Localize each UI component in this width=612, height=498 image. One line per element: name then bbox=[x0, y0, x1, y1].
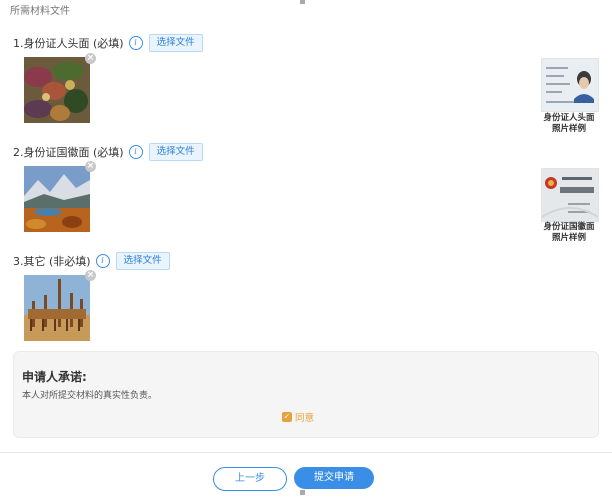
uploaded-image-other bbox=[24, 275, 90, 341]
sample-back-image bbox=[541, 168, 599, 222]
commitment-title: 申请人承诺: bbox=[22, 370, 87, 384]
page-title: 所需材料文件 bbox=[10, 6, 70, 17]
commitment-text: 本人对所提交材料的真实性负责。 bbox=[22, 391, 158, 401]
section-id-front: 1.身份证人头面 (必填) i 选择文件 bbox=[13, 34, 203, 52]
top-scroll-marker bbox=[300, 0, 305, 4]
caption-line: 身份证国徽面 bbox=[543, 222, 595, 232]
section-id-back: 2.身份证国徽面 (必填) i 选择文件 bbox=[13, 143, 203, 161]
sample-front-caption: 身份证人头面 照片样例 bbox=[534, 113, 604, 135]
footer-divider bbox=[0, 452, 612, 453]
choose-file-button[interactable]: 选择文件 bbox=[148, 143, 203, 161]
uploaded-image-back bbox=[24, 166, 90, 232]
sample-front-image bbox=[541, 58, 599, 112]
caption-line: 照片样例 bbox=[551, 233, 586, 243]
previous-step-button[interactable]: 上一步 bbox=[213, 467, 287, 491]
info-icon[interactable]: i bbox=[95, 254, 110, 268]
choose-file-button[interactable]: 选择文件 bbox=[148, 34, 203, 52]
agree-label[interactable]: 同意 bbox=[295, 410, 314, 424]
bottom-scroll-marker bbox=[300, 490, 305, 495]
remove-image-button[interactable]: × bbox=[85, 53, 96, 64]
checkbox-checked-icon[interactable]: ✓ bbox=[282, 412, 292, 422]
section-other: 3.其它 (非必填) i 选择文件 bbox=[13, 252, 170, 270]
caption-line: 照片样例 bbox=[551, 124, 586, 134]
uploaded-image-front bbox=[24, 57, 90, 123]
agree-checkbox[interactable]: ✓ 同意 bbox=[282, 410, 314, 424]
choose-file-button[interactable]: 选择文件 bbox=[115, 252, 170, 270]
info-icon[interactable]: i bbox=[128, 36, 143, 50]
sample-back-caption: 身份证国徽面 照片样例 bbox=[534, 222, 604, 244]
section-title: 2.身份证国徽面 (必填) bbox=[13, 146, 124, 159]
caption-line: 身份证人头面 bbox=[543, 113, 595, 123]
remove-image-button[interactable]: × bbox=[85, 161, 96, 172]
section-title: 1.身份证人头面 (必填) bbox=[13, 37, 124, 50]
submit-application-button[interactable]: 提交申请 bbox=[294, 467, 374, 489]
section-title: 3.其它 (非必填) bbox=[13, 255, 91, 268]
remove-image-button[interactable]: × bbox=[85, 270, 96, 281]
info-icon[interactable]: i bbox=[128, 145, 143, 159]
